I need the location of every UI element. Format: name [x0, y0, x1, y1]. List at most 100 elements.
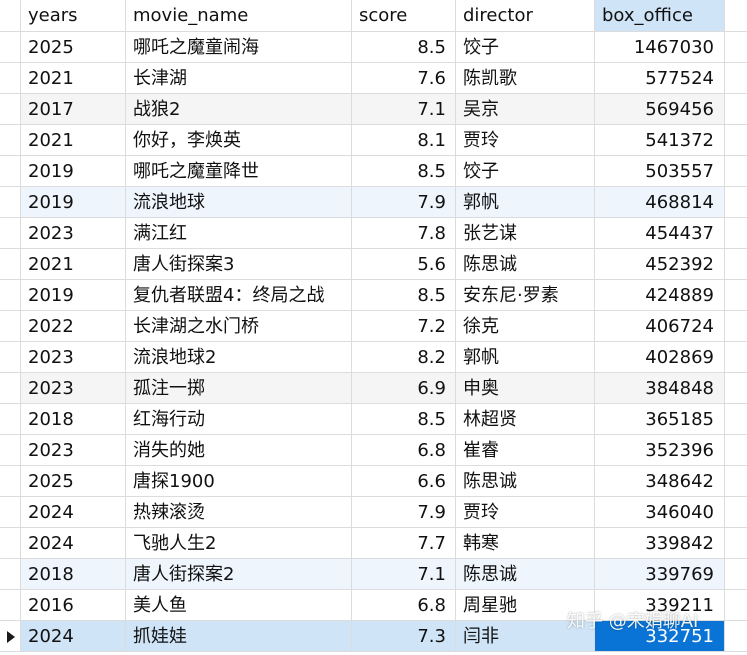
table-row[interactable]: 2025 哪吒之魔童闹海 8.5 饺子 1467030 [0, 32, 747, 63]
cell-score[interactable]: 8.5 [352, 404, 456, 435]
cell-director[interactable]: 郭帆 [456, 342, 595, 373]
column-header-years[interactable]: years [21, 0, 126, 32]
cell-years[interactable]: 2019 [21, 156, 126, 187]
cell-score[interactable]: 7.2 [352, 311, 456, 342]
row-indicator[interactable] [0, 187, 21, 218]
cell-box-office[interactable]: 348642 [595, 466, 725, 497]
cell-score[interactable]: 8.2 [352, 342, 456, 373]
cell-movie-name[interactable]: 长津湖 [126, 63, 352, 94]
cell-box-office[interactable]: 424889 [595, 280, 725, 311]
cell-score[interactable]: 6.6 [352, 466, 456, 497]
row-indicator[interactable] [0, 218, 21, 249]
cell-movie-name[interactable]: 唐人街探案2 [126, 559, 352, 590]
cell-movie-name[interactable]: 流浪地球 [126, 187, 352, 218]
cell-movie-name[interactable]: 长津湖之水门桥 [126, 311, 352, 342]
cell-movie-name[interactable]: 哪吒之魔童降世 [126, 156, 352, 187]
row-indicator[interactable] [0, 621, 21, 652]
row-indicator[interactable] [0, 94, 21, 125]
cell-movie-name[interactable]: 唐人街探案3 [126, 249, 352, 280]
cell-director[interactable]: 徐克 [456, 311, 595, 342]
cell-movie-name[interactable]: 红海行动 [126, 404, 352, 435]
cell-score[interactable]: 7.9 [352, 187, 456, 218]
cell-years[interactable]: 2023 [21, 373, 126, 404]
cell-years[interactable]: 2021 [21, 249, 126, 280]
row-indicator[interactable] [0, 528, 21, 559]
cell-years[interactable]: 2025 [21, 32, 126, 63]
cell-movie-name[interactable]: 哪吒之魔童闹海 [126, 32, 352, 63]
row-indicator[interactable] [0, 373, 21, 404]
row-indicator[interactable] [0, 559, 21, 590]
cell-score[interactable]: 7.1 [352, 94, 456, 125]
row-indicator[interactable] [0, 125, 21, 156]
table-row[interactable]: 2023 满江红 7.8 张艺谋 454437 [0, 218, 747, 249]
cell-years[interactable]: 2025 [21, 466, 126, 497]
cell-score[interactable]: 7.8 [352, 218, 456, 249]
cell-years[interactable]: 2024 [21, 528, 126, 559]
result-grid[interactable]: years movie_name score director box_offi… [0, 0, 747, 655]
row-indicator[interactable] [0, 63, 21, 94]
row-indicator[interactable] [0, 466, 21, 497]
cell-movie-name[interactable]: 战狼2 [126, 94, 352, 125]
column-header-movie-name[interactable]: movie_name [126, 0, 352, 32]
cell-years[interactable]: 2019 [21, 280, 126, 311]
cell-score[interactable]: 7.1 [352, 559, 456, 590]
cell-director[interactable]: 崔睿 [456, 435, 595, 466]
cell-years[interactable]: 2023 [21, 218, 126, 249]
row-indicator[interactable] [0, 590, 21, 621]
cell-movie-name[interactable]: 抓娃娃 [126, 621, 352, 652]
cell-director[interactable]: 贾玲 [456, 125, 595, 156]
row-indicator[interactable] [0, 342, 21, 373]
cell-box-office[interactable]: 384848 [595, 373, 725, 404]
cell-director[interactable]: 张艺谋 [456, 218, 595, 249]
cell-box-office[interactable]: 468814 [595, 187, 725, 218]
cell-movie-name[interactable]: 飞驰人生2 [126, 528, 352, 559]
cell-box-office[interactable]: 569456 [595, 94, 725, 125]
table-row[interactable]: 2023 消失的她 6.8 崔睿 352396 [0, 435, 747, 466]
cell-years[interactable]: 2023 [21, 342, 126, 373]
cell-box-office[interactable]: 1467030 [595, 32, 725, 63]
cell-director[interactable]: 贾玲 [456, 497, 595, 528]
cell-score[interactable]: 6.8 [352, 590, 456, 621]
cell-director[interactable]: 饺子 [456, 156, 595, 187]
cell-movie-name[interactable]: 消失的她 [126, 435, 352, 466]
cell-years[interactable]: 2016 [21, 590, 126, 621]
cell-years[interactable]: 2017 [21, 94, 126, 125]
column-header-box-office[interactable]: box_office [595, 0, 725, 32]
table-row[interactable]: 2021 你好，李焕英 8.1 贾玲 541372 [0, 125, 747, 156]
table-row[interactable]: 2018 唐人街探案2 7.1 陈思诚 339769 [0, 559, 747, 590]
cell-box-office[interactable]: 503557 [595, 156, 725, 187]
cell-movie-name[interactable]: 孤注一掷 [126, 373, 352, 404]
cell-movie-name[interactable]: 复仇者联盟4：终局之战 [126, 280, 352, 311]
table-row[interactable]: 2019 复仇者联盟4：终局之战 8.5 安东尼·罗素 424889 [0, 280, 747, 311]
cell-director[interactable]: 陈凯歌 [456, 63, 595, 94]
cell-box-office[interactable]: 339769 [595, 559, 725, 590]
cell-director[interactable]: 韩寒 [456, 528, 595, 559]
cell-box-office[interactable]: 452392 [595, 249, 725, 280]
table-row[interactable]: 2017 战狼2 7.1 吴京 569456 [0, 94, 747, 125]
cell-box-office[interactable]: 339842 [595, 528, 725, 559]
cell-director[interactable]: 申奥 [456, 373, 595, 404]
table-row[interactable]: 2021 长津湖 7.6 陈凯歌 577524 [0, 63, 747, 94]
column-header-score[interactable]: score [352, 0, 456, 32]
cell-director[interactable]: 郭帆 [456, 187, 595, 218]
cell-director[interactable]: 饺子 [456, 32, 595, 63]
cell-director[interactable]: 安东尼·罗素 [456, 280, 595, 311]
cell-box-office[interactable]: 402869 [595, 342, 725, 373]
cell-years[interactable]: 2021 [21, 63, 126, 94]
cell-box-office[interactable]: 365185 [595, 404, 725, 435]
cell-score[interactable]: 8.5 [352, 280, 456, 311]
cell-score[interactable]: 7.9 [352, 497, 456, 528]
cell-movie-name[interactable]: 美人鱼 [126, 590, 352, 621]
cell-score[interactable]: 7.3 [352, 621, 456, 652]
cell-director[interactable]: 陈思诚 [456, 559, 595, 590]
cell-years[interactable]: 2019 [21, 187, 126, 218]
cell-box-office[interactable]: 541372 [595, 125, 725, 156]
cell-movie-name[interactable]: 你好，李焕英 [126, 125, 352, 156]
cell-movie-name[interactable]: 流浪地球2 [126, 342, 352, 373]
cell-director[interactable]: 吴京 [456, 94, 595, 125]
table-row[interactable]: 2025 唐探1900 6.6 陈思诚 348642 [0, 466, 747, 497]
cell-box-office[interactable]: 406724 [595, 311, 725, 342]
cell-movie-name[interactable]: 唐探1900 [126, 466, 352, 497]
cell-box-office[interactable]: 352396 [595, 435, 725, 466]
cell-movie-name[interactable]: 热辣滚烫 [126, 497, 352, 528]
